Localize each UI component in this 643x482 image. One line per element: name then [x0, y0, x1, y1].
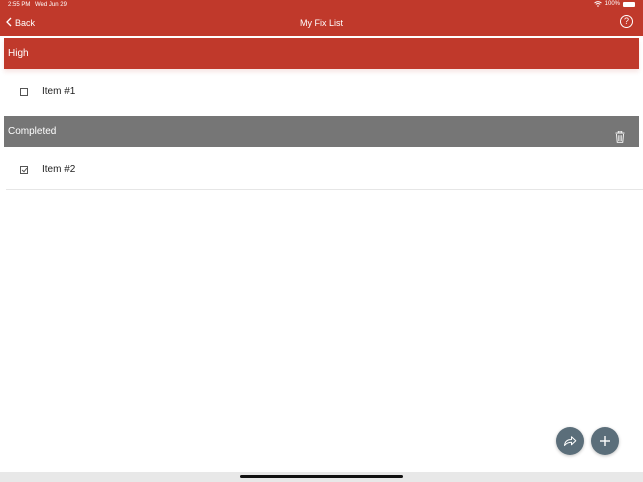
add-item-button[interactable] — [591, 427, 619, 455]
battery-icon — [623, 1, 635, 7]
section-title: Completed — [8, 126, 57, 137]
item-label: Item #2 — [42, 164, 76, 175]
help-button[interactable]: ? — [620, 15, 633, 28]
list-item[interactable]: Item #2 — [6, 150, 643, 190]
question-circle-icon: ? — [623, 16, 629, 26]
plus-icon — [599, 435, 611, 447]
item-label: Item #1 — [42, 86, 76, 97]
section-header-completed: Completed — [4, 116, 639, 147]
trash-icon — [615, 130, 625, 146]
status-date: Wed Jun 29 — [35, 2, 67, 8]
section-header-high: High — [4, 38, 639, 69]
item-checkbox[interactable] — [20, 88, 28, 96]
share-button[interactable] — [556, 427, 584, 455]
section-title: High — [8, 48, 29, 59]
screen: 2:55 PM Wed Jun 29 100% Back My Fix List… — [0, 0, 643, 482]
battery-percent: 100% — [604, 1, 620, 7]
trash-button[interactable] — [615, 125, 625, 143]
status-indicators: 100% — [593, 1, 635, 7]
navigation-bar: Back My Fix List ? — [0, 12, 643, 36]
status-time: 2:55 PM — [8, 2, 31, 8]
home-indicator[interactable] — [240, 475, 403, 478]
share-arrow-icon — [563, 435, 577, 447]
top-bar: 2:55 PM Wed Jun 29 100% Back My Fix List… — [0, 0, 643, 36]
page-title: My Fix List — [299, 18, 343, 28]
status-bar: 2:55 PM Wed Jun 29 100% — [0, 0, 643, 12]
wifi-icon — [593, 1, 602, 7]
item-checkbox-checked[interactable] — [20, 166, 28, 174]
list-item[interactable]: Item #1 — [6, 72, 643, 112]
